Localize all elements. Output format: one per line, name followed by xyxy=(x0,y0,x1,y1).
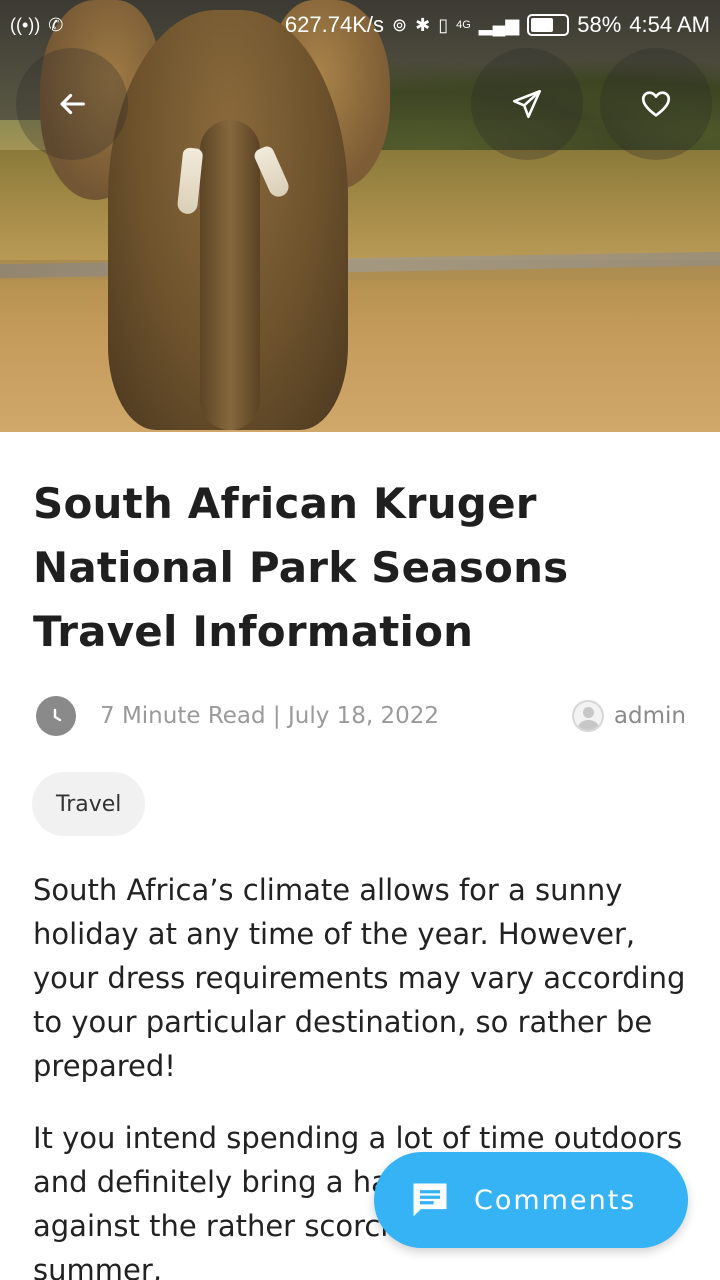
phone-call-icon: ✆ xyxy=(48,14,64,35)
favorite-button[interactable] xyxy=(600,48,712,160)
share-button[interactable] xyxy=(471,48,583,160)
battery-percent: 58% xyxy=(577,12,622,37)
heart-icon xyxy=(641,91,671,117)
network-type: 4G xyxy=(456,19,471,31)
category-tag[interactable]: Travel xyxy=(32,772,146,836)
author-info[interactable]: admin xyxy=(571,694,686,738)
battery-icon xyxy=(527,14,570,36)
vibrate-icon: ▯ xyxy=(438,14,449,35)
arrow-left-icon xyxy=(60,93,85,115)
data-saver-icon: ⊚ xyxy=(392,14,408,35)
clock-icon xyxy=(36,696,76,736)
avatar xyxy=(571,700,604,732)
elephant-trunk xyxy=(200,120,260,430)
hotspot-icon: ((•)) xyxy=(10,14,41,35)
article-paragraph: South Africa’s climate allows for a sunn… xyxy=(33,873,686,1083)
author-name: admin xyxy=(613,703,686,729)
network-speed: 627.74K/s xyxy=(284,12,384,37)
back-button[interactable] xyxy=(16,48,128,160)
comments-button[interactable]: Comments xyxy=(374,1152,688,1248)
comments-label: Comments xyxy=(474,1184,637,1216)
article-meta: 7 Minute Read | July 18, 2022 admin xyxy=(36,694,686,738)
status-bar: ((•)) ✆ 627.74K/s ⊚ ✱ ▯ 4G ▂▄▆ 58% 4:54 … xyxy=(0,0,720,50)
send-icon xyxy=(512,89,542,119)
bluetooth-icon: ✱ xyxy=(415,14,431,35)
status-left: ((•)) ✆ xyxy=(10,15,63,36)
comment-icon xyxy=(413,1183,447,1217)
clock-time: 4:54 AM xyxy=(629,12,710,37)
status-right: 627.74K/s ⊚ ✱ ▯ 4G ▂▄▆ 58% 4:54 AM xyxy=(285,12,710,38)
read-time-date: 7 Minute Read | July 18, 2022 xyxy=(100,703,440,729)
signal-icon: ▂▄▆ xyxy=(478,14,520,35)
article-title: South African Kruger National Park Seaso… xyxy=(33,479,569,656)
